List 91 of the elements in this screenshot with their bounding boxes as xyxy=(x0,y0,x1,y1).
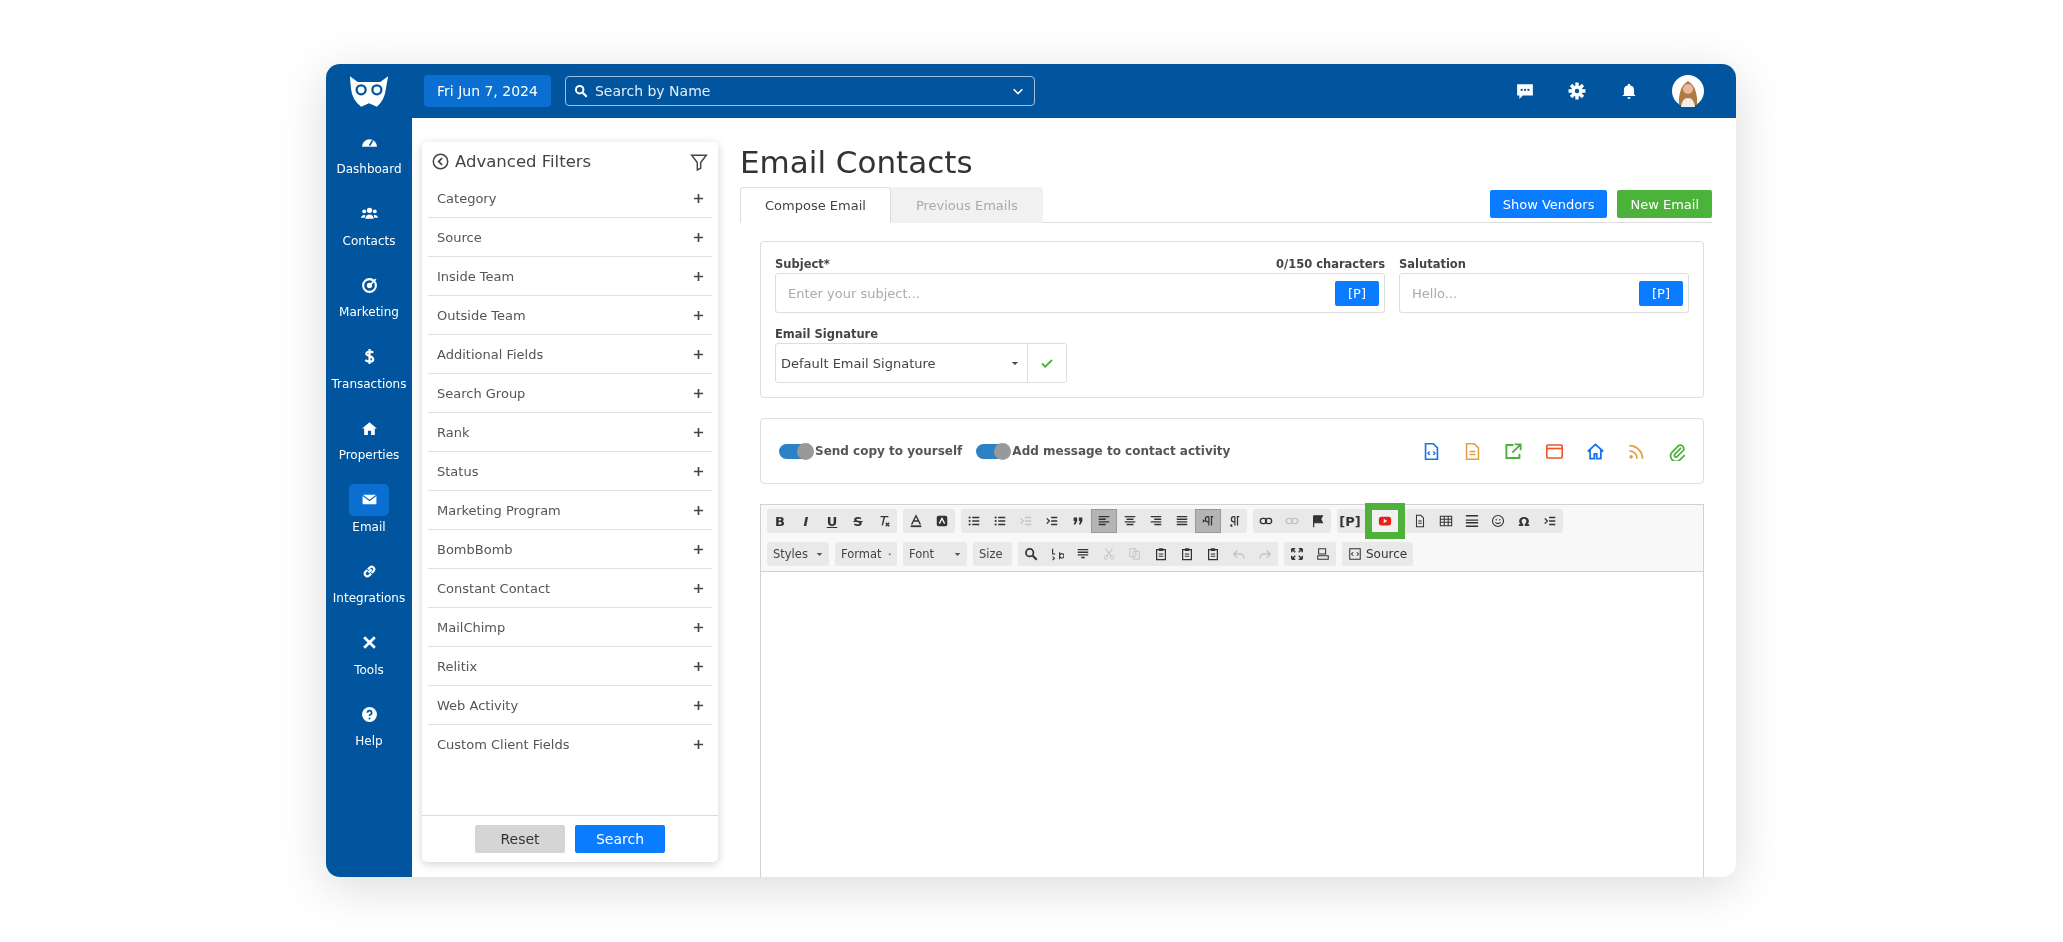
chat-icon[interactable] xyxy=(1516,82,1534,100)
settings-icon[interactable] xyxy=(1568,82,1586,100)
character-counter: 0/150 characters xyxy=(1275,257,1385,271)
filter-item[interactable]: Marketing Program xyxy=(428,491,712,530)
placeholder-token-button[interactable]: [P] xyxy=(1639,280,1683,306)
target-icon xyxy=(360,276,378,294)
toolbar-button[interactable] xyxy=(1091,509,1117,533)
filter-item[interactable]: MailChimp xyxy=(428,608,712,647)
filter-item[interactable]: BombBomb xyxy=(428,530,712,569)
filter-item[interactable]: Relitix xyxy=(428,647,712,686)
plus-icon xyxy=(693,426,704,438)
nav-item[interactable]: Integrations xyxy=(326,555,412,627)
plus-icon xyxy=(693,504,704,516)
filter-item[interactable]: Rank xyxy=(428,413,712,452)
nav-item[interactable]: Properties xyxy=(326,412,412,484)
search-icon xyxy=(573,84,588,98)
browser-window-icon[interactable] xyxy=(1545,441,1564,461)
caret-icon xyxy=(1011,360,1019,366)
plus-icon xyxy=(693,387,704,399)
toggle-label: Add message to contact activity xyxy=(1012,444,1231,458)
filter-item[interactable]: Search Group xyxy=(428,374,712,413)
toggle-switch[interactable] xyxy=(976,443,1011,459)
field-label: Subject* xyxy=(775,257,830,271)
page-title: Email Contacts xyxy=(740,143,974,182)
bell-icon[interactable] xyxy=(1620,82,1638,100)
plus-icon xyxy=(693,738,704,750)
back-icon[interactable] xyxy=(432,153,449,170)
dropdown-field[interactable]: Font xyxy=(903,542,967,566)
nav-item[interactable]: Contacts xyxy=(326,197,412,269)
caret-icon xyxy=(954,551,961,557)
filter-item[interactable]: Custom Client Fields xyxy=(428,725,712,763)
search-button[interactable]: Search xyxy=(575,825,665,853)
nav-item[interactable]: Help xyxy=(326,698,412,770)
salutation-field[interactable]: Hello... [P] xyxy=(1399,273,1689,313)
plus-icon xyxy=(693,582,704,594)
filter-item[interactable]: Web Activity xyxy=(428,686,712,725)
house-icon xyxy=(360,419,378,437)
plus-icon xyxy=(693,309,704,321)
house-icon[interactable] xyxy=(1586,441,1605,461)
nav-item[interactable]: Tools xyxy=(326,626,412,698)
panel-title: Advanced Filters xyxy=(455,152,592,171)
toggle-switch[interactable] xyxy=(779,443,813,459)
toolbar-button[interactable]: S xyxy=(845,509,871,533)
toolbar-button[interactable]: I xyxy=(793,509,819,533)
code-file-icon[interactable] xyxy=(1422,441,1441,461)
nav-item[interactable]: Email xyxy=(326,483,412,555)
toolbar-button[interactable]: Ω xyxy=(1511,509,1537,533)
placeholder-token-button[interactable]: [P] xyxy=(1335,280,1379,306)
filter-item[interactable]: Additional Fields xyxy=(428,335,712,374)
filter-icon[interactable] xyxy=(690,152,708,171)
field-label: Email Signature xyxy=(775,327,879,341)
plus-icon xyxy=(693,699,704,711)
nav-item[interactable]: Marketing xyxy=(326,269,412,341)
filter-item[interactable]: Inside Team xyxy=(428,257,712,296)
toolbar-button[interactable] xyxy=(1195,509,1221,533)
plus-icon xyxy=(693,231,704,243)
help-icon xyxy=(360,705,378,723)
plus-icon xyxy=(693,660,704,672)
people-icon xyxy=(360,205,378,222)
filter-item[interactable]: Source xyxy=(428,218,712,257)
dropdown-field[interactable]: Format xyxy=(835,542,897,566)
search-field[interactable]: Search by Name xyxy=(564,76,1035,106)
date-chip[interactable]: Fri Jun 7, 2024 xyxy=(424,75,551,107)
code-icon xyxy=(1348,547,1362,561)
filter-item[interactable]: Category xyxy=(428,179,712,218)
paperclip-icon[interactable] xyxy=(1668,441,1687,461)
dropdown-field[interactable]: Styles xyxy=(767,542,829,566)
plus-icon xyxy=(693,192,704,204)
dropdown-field[interactable]: Size xyxy=(973,542,1012,566)
filter-item[interactable]: Status xyxy=(428,452,712,491)
caret-icon xyxy=(816,551,823,557)
plus-icon xyxy=(693,465,704,477)
nav-item[interactable]: Transactions xyxy=(326,340,412,412)
share-icon[interactable] xyxy=(1504,441,1523,461)
plus-icon xyxy=(693,270,704,282)
reset-button[interactable]: Reset xyxy=(475,825,565,853)
source-button[interactable]: Source xyxy=(1342,542,1414,566)
filter-item[interactable]: Outside Team xyxy=(428,296,712,335)
toolbar-button[interactable]: B xyxy=(767,509,793,533)
toolbar-button[interactable]: [P] xyxy=(1337,509,1363,533)
plus-icon xyxy=(693,348,704,360)
plus-icon xyxy=(693,543,704,555)
nav-item[interactable]: Dashboard xyxy=(326,126,412,198)
tab[interactable]: Compose Email xyxy=(740,187,891,223)
show-vendors-button[interactable]: Show Vendors xyxy=(1489,190,1608,218)
subject-field[interactable]: Enter your subject... [P] xyxy=(775,273,1385,313)
toolbar-button[interactable]: U xyxy=(819,509,845,533)
field-label: Salutation xyxy=(1399,257,1466,271)
plus-icon xyxy=(693,621,704,633)
filter-item[interactable]: Constant Contact xyxy=(428,569,712,608)
toggle-label: Send copy to yourself xyxy=(815,444,963,458)
